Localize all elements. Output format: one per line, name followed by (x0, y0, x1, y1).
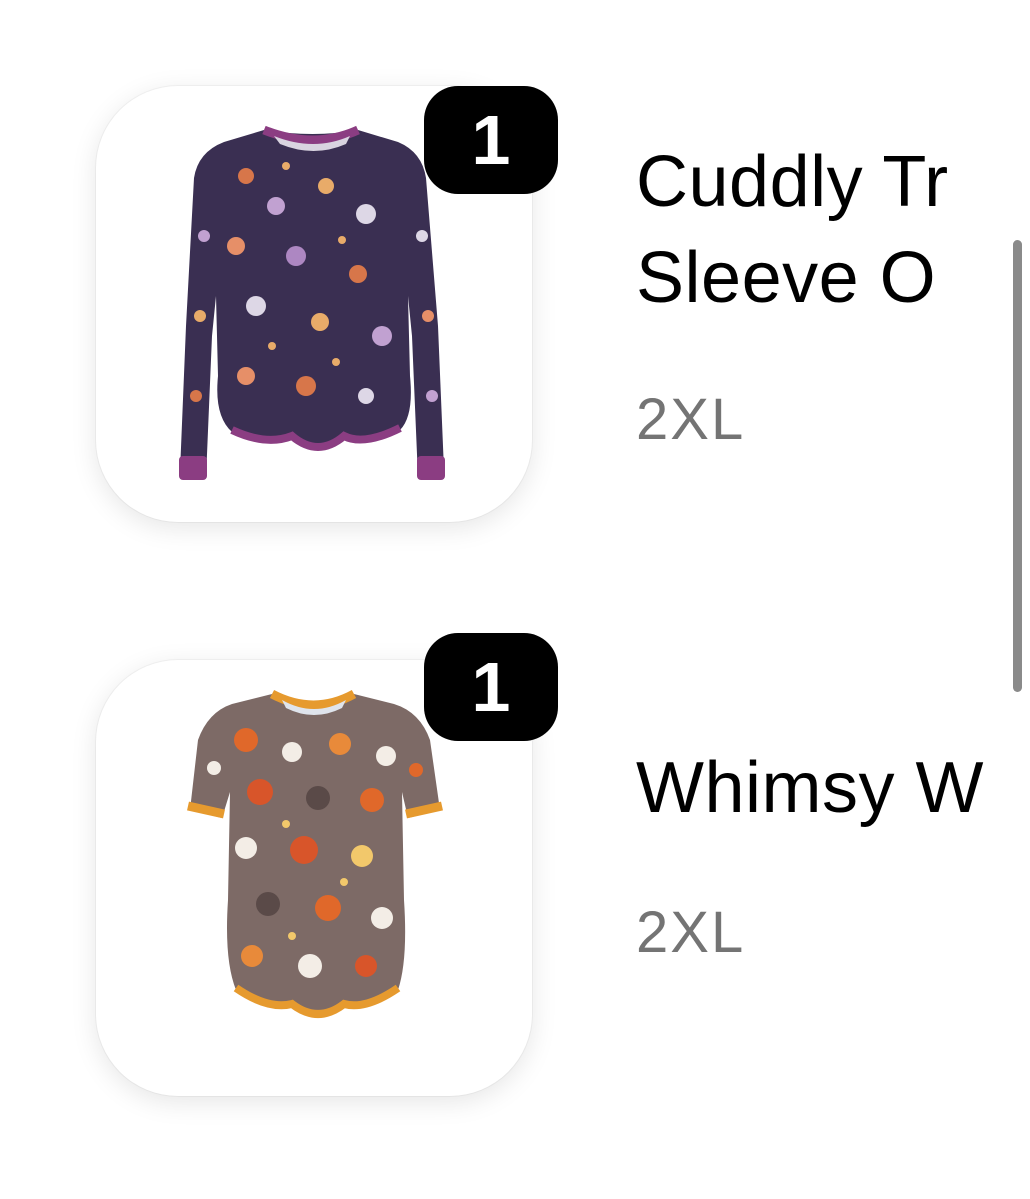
cart-item[interactable]: 1 Whimsy W 2XL (0, 570, 1030, 1170)
product-title-line: Whimsy W (636, 748, 984, 828)
product-title[interactable]: Whimsy W (636, 740, 1030, 836)
product-title-line: Sleeve O (636, 238, 937, 318)
cart-item[interactable]: 1 Cuddly Tr Sleeve O 2XL (0, 0, 1030, 560)
product-variant: 2XL (636, 387, 746, 452)
product-variant: 2XL (636, 900, 746, 965)
cart-list: 1 Cuddly Tr Sleeve O 2XL 1 Whimsy W 2XL (0, 0, 1030, 1199)
vertical-scrollbar[interactable] (1013, 240, 1022, 692)
product-title-line: Cuddly Tr (636, 142, 949, 222)
product-title[interactable]: Cuddly Tr Sleeve O (636, 134, 1030, 326)
quantity-badge: 1 (424, 86, 558, 194)
quantity-badge: 1 (424, 633, 558, 741)
